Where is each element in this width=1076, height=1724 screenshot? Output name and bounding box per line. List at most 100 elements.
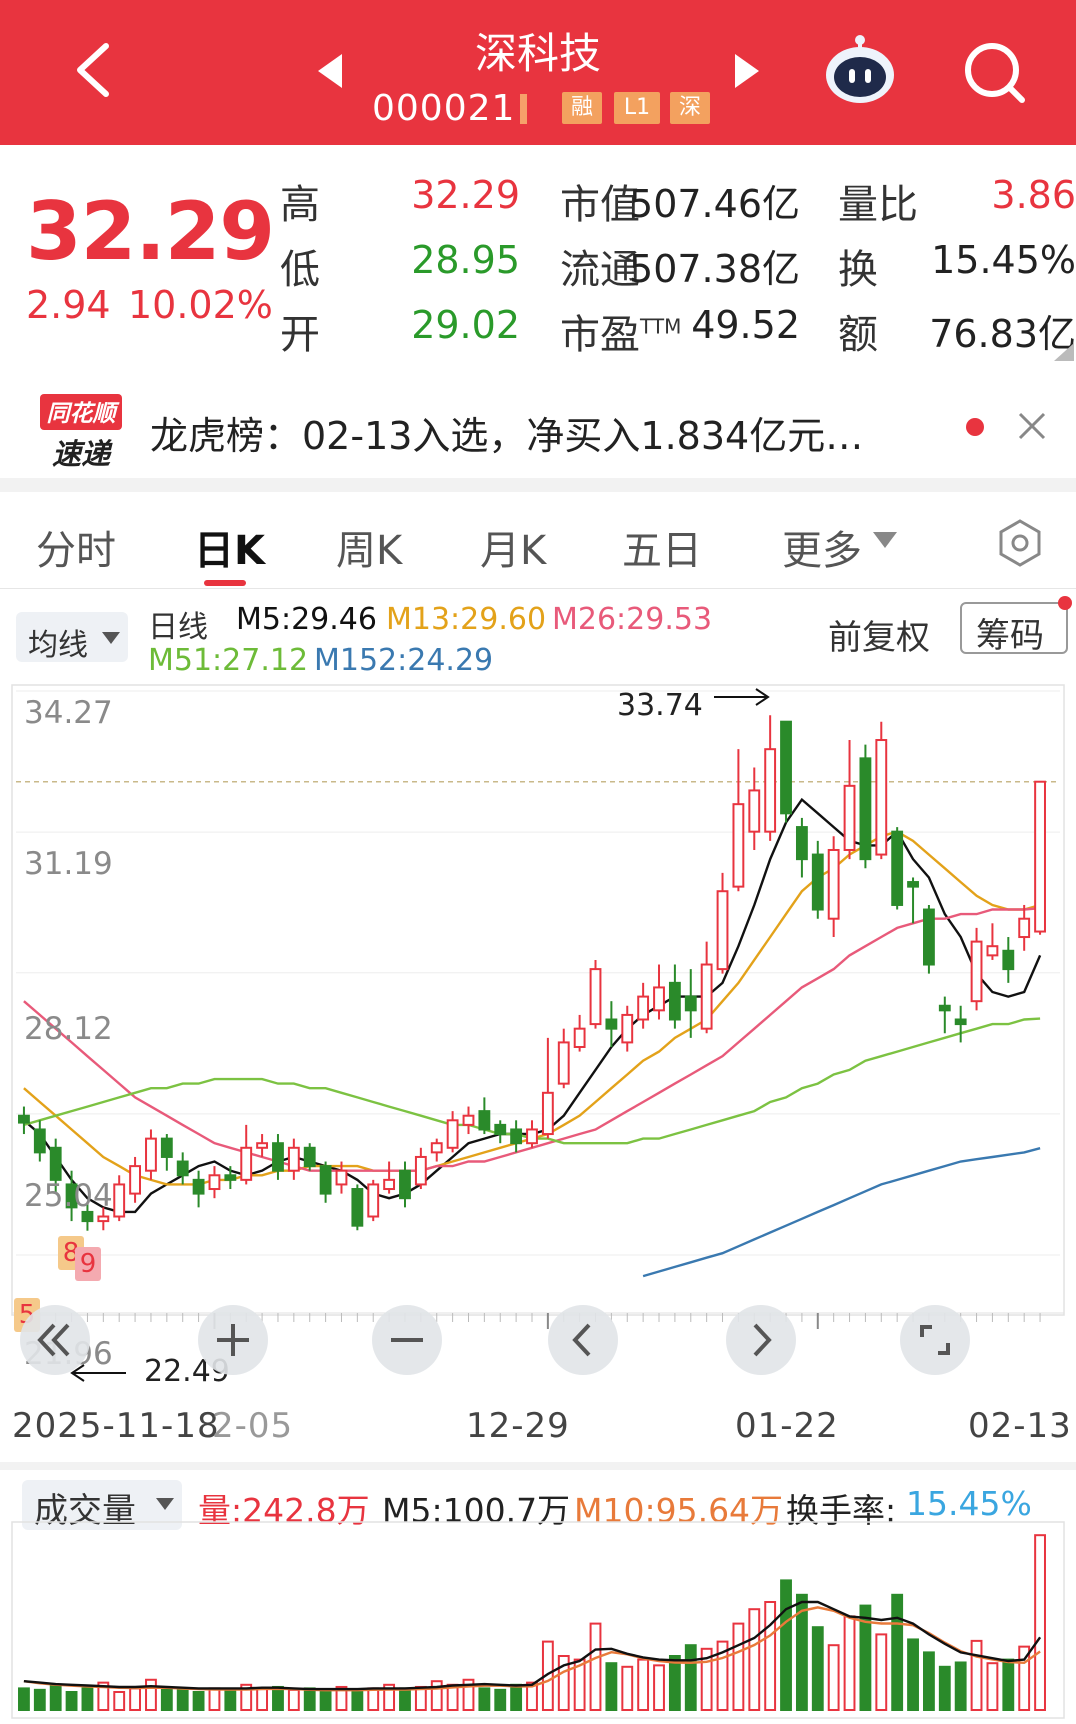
candle-up <box>970 940 983 1003</box>
stock-code: 000021 <box>372 88 516 129</box>
volume-bar-up <box>732 1622 745 1712</box>
ma-m26: M26:29.53 <box>552 602 713 637</box>
candle-up <box>621 1013 634 1044</box>
candle-up <box>446 1119 459 1149</box>
candle-down <box>668 981 681 1021</box>
price-change: 2.94 <box>26 283 111 327</box>
candle-down <box>176 1160 189 1177</box>
candle-down <box>272 1142 284 1172</box>
volume-bar-up <box>414 1685 427 1712</box>
tab-monthly-k[interactable]: 月K <box>480 518 546 576</box>
x-label-end: 02-13 <box>968 1406 1072 1446</box>
ma-line-m152 <box>642 1147 1041 1278</box>
y-tick-28-12: 28.12 <box>24 1011 113 1047</box>
candle-up <box>843 784 856 851</box>
candle-up <box>573 1027 586 1048</box>
volume-bar-up <box>748 1608 761 1711</box>
zoom-in-button[interactable] <box>198 1305 268 1375</box>
signal-badge-9[interactable]: 9 <box>75 1247 101 1281</box>
candle-up <box>526 1128 538 1145</box>
volume-bar-down <box>923 1651 935 1711</box>
tab-intraday[interactable]: 分时 <box>36 518 116 576</box>
candle-down <box>18 1114 30 1124</box>
close-icon[interactable] <box>1016 410 1048 442</box>
volume-bar-up <box>287 1688 300 1711</box>
volume-bar-down <box>18 1687 30 1711</box>
amount-label: 额 <box>838 312 878 358</box>
logo-bottom-text: 速递 <box>52 437 113 471</box>
candle-up <box>430 1142 443 1154</box>
kline-chart[interactable] <box>0 675 1076 1385</box>
volume-bar-up <box>145 1678 157 1711</box>
zoom-out-button[interactable] <box>372 1305 442 1375</box>
robot-assistant-icon[interactable] <box>822 33 898 105</box>
candle-up <box>557 1041 570 1085</box>
volume-bar-down <box>176 1688 189 1711</box>
candle-up <box>367 1183 380 1218</box>
adjust-mode-label[interactable]: 前复权 <box>828 610 930 659</box>
chevron-right-icon <box>753 1323 772 1357</box>
volume-bar-up <box>621 1665 634 1712</box>
volume-bar-down <box>65 1691 78 1711</box>
tab-daily-k[interactable]: 日K <box>194 518 265 576</box>
volume-bar-down <box>684 1644 697 1711</box>
candle-down <box>907 881 919 888</box>
scroll-right-button[interactable] <box>726 1305 796 1375</box>
volume-bar-down <box>33 1688 46 1711</box>
volume-bar-down <box>1002 1658 1015 1712</box>
fullscreen-button[interactable] <box>900 1305 970 1375</box>
minus-icon <box>391 1338 423 1342</box>
logo-top-text: 同花顺 <box>47 401 121 427</box>
volume-bar-down <box>81 1687 94 1711</box>
volratio-value: 3.86 <box>991 173 1076 217</box>
chip-red-dot <box>1058 596 1072 610</box>
x-label-3: 01-22 <box>735 1406 839 1446</box>
search-icon[interactable] <box>962 40 1028 106</box>
scroll-left-button[interactable] <box>548 1305 618 1375</box>
candle-down <box>351 1188 364 1227</box>
candle-up <box>748 789 761 833</box>
x-label-1: 2-05 <box>212 1406 294 1446</box>
candle-down <box>399 1169 411 1200</box>
code-separator <box>520 94 527 124</box>
candle-down <box>795 826 808 861</box>
stock-name: 深科技 <box>474 29 601 78</box>
candle-up <box>637 995 650 1021</box>
fullscreen-icon <box>920 1325 950 1355</box>
tab-five-day[interactable]: 五日 <box>622 518 702 576</box>
high-marker-arrow-icon <box>714 688 770 706</box>
candle-down <box>160 1137 173 1158</box>
candle-down <box>954 1018 967 1026</box>
volume-bar-down <box>192 1691 205 1711</box>
plus-icon <box>217 1324 249 1356</box>
volume-bar-down <box>605 1662 618 1711</box>
ths-express-logo: 同花顺 速递 <box>40 394 122 471</box>
amount-value: 76.83亿 <box>929 312 1076 356</box>
candle-down <box>780 720 792 815</box>
settings-hexagon-icon[interactable] <box>995 518 1045 568</box>
candle-up <box>732 803 745 888</box>
candle-up <box>700 963 713 1030</box>
expand-corner-icon[interactable] <box>1054 343 1074 361</box>
candle-down <box>192 1178 205 1195</box>
y-tick-25-04: 25.04 <box>24 1178 113 1214</box>
ma-caret-icon <box>102 632 120 644</box>
tab-weekly-k[interactable]: 周K <box>336 518 402 576</box>
volume-chart[interactable] <box>0 1460 1076 1724</box>
volume-bar-down <box>224 1688 237 1711</box>
candle-up <box>383 1178 396 1191</box>
banner-text[interactable]: 龙虎榜：02-13入选，净买入1.834亿元… <box>150 405 863 460</box>
volume-bar-up <box>843 1615 856 1711</box>
open-label: 开 <box>280 312 320 358</box>
candle-down <box>605 1018 618 1030</box>
next-stock-icon[interactable] <box>735 54 759 88</box>
volume-bar-up <box>653 1664 665 1711</box>
rewind-button[interactable] <box>20 1305 90 1375</box>
volume-bar-down <box>907 1638 919 1711</box>
volume-bar-down <box>938 1665 951 1712</box>
candle-up <box>145 1137 157 1172</box>
tab-more[interactable]: 更多 <box>782 518 862 576</box>
x-label-2: 12-29 <box>466 1406 570 1446</box>
candle-up <box>335 1169 348 1186</box>
ma-m152: M152:24.29 <box>314 643 494 678</box>
